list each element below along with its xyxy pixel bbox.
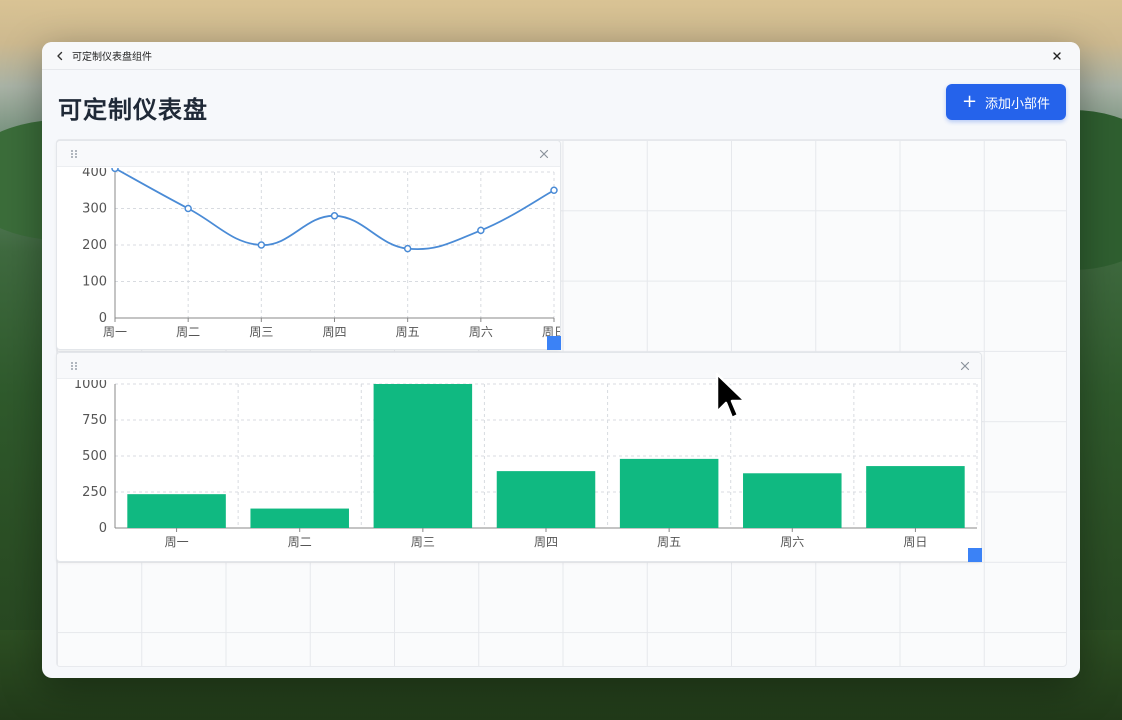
line-chart: 0100200300400周一周二周三周四周五周六周日	[82, 168, 560, 339]
widget-close-icon[interactable]	[959, 360, 971, 372]
data-point	[403, 244, 412, 253]
data-point	[330, 212, 339, 220]
x-tick-label: 周二	[176, 325, 200, 339]
add-widget-label: 添加小部件	[985, 96, 1051, 112]
x-tick-label: 周六	[780, 535, 804, 549]
y-tick-label: 300	[82, 202, 107, 217]
resize-handle[interactable]	[547, 336, 561, 350]
dashboard-window: 可定制仪表盘组件 可定制仪表盘 + 添加小部件 0 100 200 300 400 周一周…	[42, 42, 1080, 678]
y-tick-label: 500	[82, 449, 107, 464]
bar	[373, 384, 473, 528]
x-tick-label: 周四	[322, 325, 346, 339]
x-tick-label: 周五	[657, 535, 681, 549]
y-tick-label: 750	[82, 413, 107, 428]
y-tick-label: 200	[82, 238, 107, 253]
chevron-left-icon[interactable]	[54, 50, 66, 62]
x-tick-label: 周四	[534, 535, 558, 549]
bar	[496, 471, 596, 528]
resize-handle[interactable]	[968, 548, 982, 562]
y-tick-label: 1000	[74, 380, 107, 392]
x-tick-label: 周一	[165, 535, 189, 549]
data-point	[550, 186, 558, 194]
window-title: 可定制仪表盘组件	[72, 52, 152, 63]
bar	[250, 508, 349, 528]
plus-icon: +	[961, 91, 978, 112]
bar	[127, 494, 226, 528]
bar	[619, 458, 719, 528]
widget-header	[57, 353, 981, 379]
page-title: 可定制仪表盘	[58, 96, 208, 124]
y-tick-label: 400	[82, 168, 107, 180]
page-header: 可定制仪表盘 + 添加小部件	[58, 84, 1066, 128]
data-point	[477, 226, 485, 235]
x-tick-label: 周三	[411, 535, 435, 549]
widget-header	[57, 141, 560, 167]
x-tick-label: 周五	[396, 325, 420, 339]
y-tick-label: 0	[99, 311, 107, 326]
bar	[743, 473, 842, 528]
x-tick-label: 周一	[103, 325, 127, 339]
x-tick-label: 周日	[903, 535, 927, 549]
y-tick-label: 0	[99, 521, 107, 536]
drag-handle-icon[interactable]	[69, 361, 79, 371]
x-tick-label: 周二	[288, 535, 312, 549]
data-point	[184, 204, 192, 213]
window-titlebar: 可定制仪表盘组件	[42, 42, 1080, 70]
widget-close-icon[interactable]	[538, 148, 550, 160]
x-tick-label: 周六	[469, 325, 493, 339]
data-point	[111, 168, 119, 173]
x-tick-label: 周三	[249, 325, 273, 339]
add-widget-button[interactable]: + 添加小部件	[946, 84, 1066, 120]
bar-chart-widget[interactable]: 0 250 500 750 1000 周一 周二 周三 周四 周五 周六 周日	[56, 352, 982, 562]
close-icon[interactable]	[1050, 49, 1064, 63]
bar-chart: 0 250 500 750 1000 周一 周二 周三 周四 周五 周六 周日	[74, 380, 978, 549]
data-point	[257, 241, 266, 249]
y-tick-label: 100	[82, 275, 107, 290]
line-chart-widget[interactable]: 0100200300400周一周二周三周四周五周六周日	[56, 140, 561, 350]
bar	[866, 466, 965, 528]
y-tick-label: 250	[82, 485, 107, 500]
drag-handle-icon[interactable]	[69, 149, 79, 159]
